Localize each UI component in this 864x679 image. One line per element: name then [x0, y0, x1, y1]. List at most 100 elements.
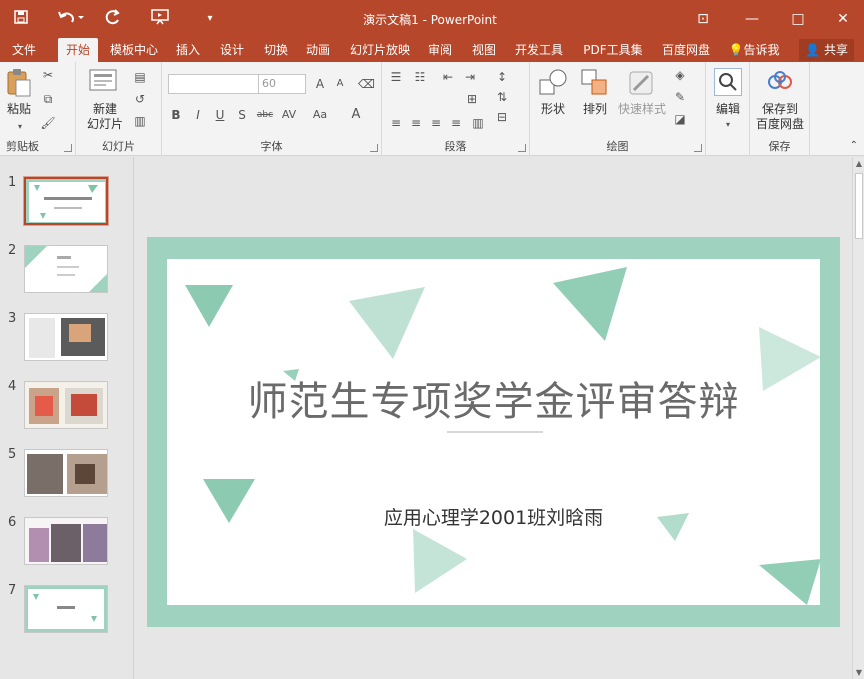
undo-icon[interactable]	[54, 9, 88, 29]
new-slide-icon[interactable]	[88, 68, 118, 94]
shapes-button[interactable]: 形状	[534, 102, 572, 117]
tab-home[interactable]: 开始	[58, 38, 98, 62]
italic-button[interactable]: I	[190, 108, 206, 122]
layout-icon[interactable]: ▤	[132, 70, 148, 84]
section-icon[interactable]: ▥	[132, 114, 148, 128]
text-direction-icon[interactable]: ⇅	[494, 90, 510, 104]
drawing-launcher-icon[interactable]	[694, 144, 702, 152]
increase-indent-icon[interactable]: ⇥	[462, 70, 478, 84]
tab-slideshow[interactable]: 幻灯片放映	[344, 38, 416, 62]
shape-outline-icon[interactable]: ✎	[672, 90, 688, 104]
paragraph-launcher-icon[interactable]	[518, 144, 526, 152]
grow-font-icon[interactable]: A	[312, 77, 328, 91]
font-color-button[interactable]: A	[348, 108, 364, 122]
vertical-scrollbar[interactable]: ▲ ▼	[852, 157, 864, 679]
strikethrough-button[interactable]: S	[234, 108, 250, 122]
clipboard-launcher-icon[interactable]	[64, 144, 72, 152]
underline-button[interactable]: U	[212, 108, 228, 122]
numbering-icon[interactable]: ☷	[412, 70, 428, 84]
editing-button[interactable]: 编辑	[706, 102, 750, 117]
font-name-input[interactable]	[168, 74, 260, 94]
slide-thumbnail[interactable]	[24, 313, 108, 361]
slide-thumbnail[interactable]	[24, 381, 108, 429]
current-slide[interactable]: 师范生专项奖学金评审答辩 应用心理学2001班刘晗雨	[147, 237, 840, 627]
new-slide-button[interactable]: 新建 幻灯片	[78, 102, 132, 132]
slide-thumbnail[interactable]	[24, 177, 108, 225]
arrange-button[interactable]: 排列	[576, 102, 614, 117]
slide-subtitle[interactable]: 应用心理学2001班刘晗雨	[167, 503, 820, 530]
shape-fill-icon[interactable]: ◈	[672, 68, 688, 82]
paste-icon[interactable]	[6, 68, 32, 98]
editing-dropdown-icon[interactable]: ▾	[720, 118, 736, 132]
bullets-icon[interactable]: ☰	[388, 70, 404, 84]
scroll-down-icon[interactable]: ▼	[853, 668, 864, 677]
quick-styles-icon[interactable]	[626, 68, 656, 98]
tab-animations[interactable]: 动画	[300, 38, 336, 62]
thumb-number: 6	[8, 515, 17, 530]
scrollbar-thumb[interactable]	[855, 173, 863, 239]
slide-content-area: 师范生专项奖学金评审答辩 应用心理学2001班刘晗雨	[167, 259, 820, 605]
save-icon[interactable]	[10, 9, 32, 29]
slide-thumbnail[interactable]	[24, 585, 108, 633]
quick-styles-button[interactable]: 快速样式	[614, 102, 670, 117]
align-text-icon[interactable]: ⊟	[494, 110, 510, 124]
baidu-cloud-icon[interactable]	[766, 70, 794, 94]
close-button[interactable]: ✕	[830, 6, 856, 32]
tab-transitions[interactable]: 切换	[258, 38, 294, 62]
arrange-icon[interactable]	[580, 68, 610, 98]
ribbon-display-options-button[interactable]: ⊡	[690, 6, 716, 32]
tell-me-search[interactable]: 💡告诉我	[722, 38, 786, 62]
slide-thumbnail[interactable]	[24, 449, 108, 497]
bold-button[interactable]: B	[168, 108, 184, 122]
copy-icon[interactable]: ⧉	[40, 92, 56, 106]
find-icon[interactable]	[714, 68, 742, 96]
scroll-up-icon[interactable]: ▲	[853, 159, 864, 168]
convert-smartart-icon[interactable]: ⊞	[464, 92, 480, 106]
tab-design[interactable]: 设计	[214, 38, 250, 62]
columns-icon[interactable]: ▥	[470, 116, 486, 130]
shrink-font-icon[interactable]: A	[332, 77, 348, 91]
tab-baidu-netdisk[interactable]: 百度网盘	[654, 38, 718, 62]
tab-view[interactable]: 视图	[466, 38, 502, 62]
paste-button[interactable]: 粘贴	[2, 102, 36, 117]
decrease-indent-icon[interactable]: ⇤	[440, 70, 456, 84]
shape-effects-icon[interactable]: ◪	[672, 112, 688, 126]
format-painter-icon[interactable]: 🖌	[40, 116, 56, 130]
maximize-button[interactable]: □	[785, 6, 811, 32]
customize-qa-icon[interactable]: ▾	[202, 9, 218, 29]
font-size-input[interactable]: 60	[258, 74, 306, 94]
clear-format-icon[interactable]: ⌫	[358, 77, 375, 91]
slide-thumbnail[interactable]	[24, 517, 108, 565]
save-to-baidu-button[interactable]: 保存到 百度网盘	[750, 102, 810, 132]
shadow-button[interactable]: abc	[254, 108, 276, 122]
slide-title[interactable]: 师范生专项奖学金评审答辩	[167, 369, 820, 427]
justify-icon[interactable]: ≡	[448, 116, 464, 130]
slide-thumbnail[interactable]	[24, 245, 108, 293]
tab-template-center[interactable]: 模板中心	[104, 38, 164, 62]
cut-icon[interactable]: ✂	[40, 68, 56, 82]
present-icon[interactable]	[148, 9, 172, 29]
change-case-button[interactable]: Aa	[310, 108, 330, 122]
char-spacing-button[interactable]: AV	[278, 108, 300, 122]
font-group: 60 A A ⌫ B I U S abc AV Aa A 字体	[162, 62, 382, 156]
line-spacing-icon[interactable]: ↕	[494, 70, 510, 84]
tab-review[interactable]: 审阅	[422, 38, 458, 62]
collapse-ribbon-icon[interactable]: ⌃	[850, 140, 858, 151]
tab-file[interactable]: 文件	[4, 38, 44, 62]
minimize-button[interactable]: —	[739, 6, 765, 32]
align-right-icon[interactable]: ≡	[428, 116, 444, 130]
save-label-1: 保存到	[761, 102, 798, 116]
align-center-icon[interactable]: ≡	[408, 116, 424, 130]
shapes-icon[interactable]	[538, 68, 568, 98]
tab-insert[interactable]: 插入	[170, 38, 206, 62]
reset-icon[interactable]: ↺	[132, 92, 148, 106]
redo-icon[interactable]	[102, 9, 124, 29]
clipboard-group: 粘贴 ▾ ✂ ⧉ 🖌 剪贴板	[0, 62, 76, 156]
share-button[interactable]: 👤 共享	[799, 39, 854, 61]
paste-dropdown-icon[interactable]: ▾	[12, 120, 28, 134]
thumb-number: 3	[8, 311, 17, 326]
tab-pdf-tools[interactable]: PDF工具集	[576, 38, 650, 62]
font-launcher-icon[interactable]	[370, 144, 378, 152]
tab-developer[interactable]: 开发工具	[508, 38, 570, 62]
align-left-icon[interactable]: ≡	[388, 116, 404, 130]
